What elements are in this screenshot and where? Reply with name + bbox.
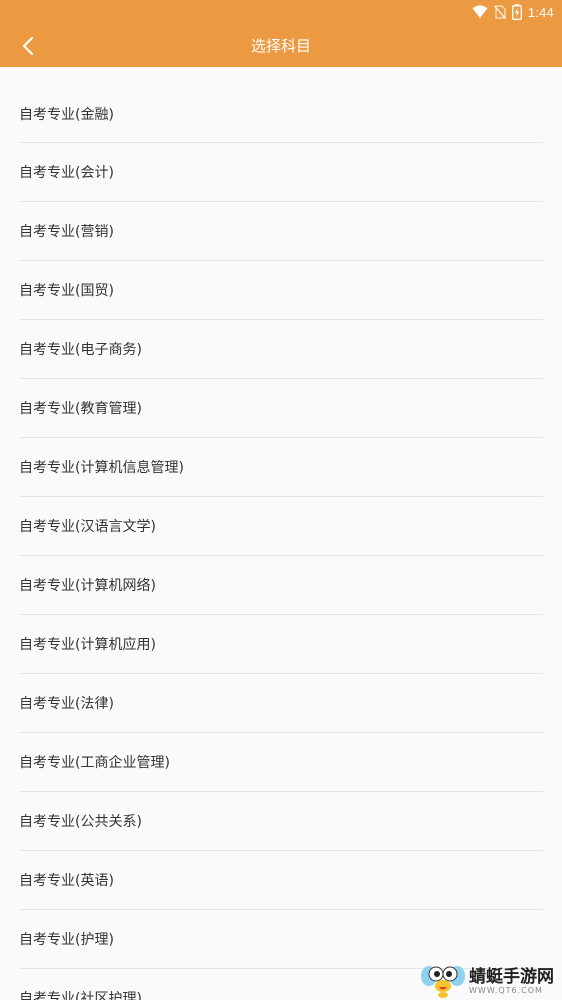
list-item[interactable]: 自考专业(汉语言文学) [19, 497, 543, 556]
list-item-label: 自考专业(营销) [19, 224, 114, 240]
list-item[interactable]: 自考专业(护理) [19, 910, 543, 969]
list-item[interactable]: 自考专业(会计) [19, 143, 543, 202]
list-item-label: 自考专业(计算机应用) [19, 637, 156, 653]
watermark-url: WWW.QT6.COM [469, 985, 543, 995]
list-item-label: 自考专业(汉语言文学) [19, 519, 156, 535]
list-item[interactable]: 自考专业(国贸) [19, 261, 543, 320]
list-item-label: 自考专业(教育管理) [19, 401, 142, 417]
status-icons: 1:44 [472, 3, 554, 21]
page-title: 选择科目 [250, 37, 311, 55]
list-item-label: 自考专业(会计) [19, 165, 114, 181]
list-item[interactable]: 自考专业(英语) [19, 851, 543, 910]
title-bar: 选择科目 [0, 25, 562, 67]
list-item-label: 自考专业(工商企业管理) [19, 755, 170, 771]
list-item[interactable]: 自考专业(计算机网络) [19, 556, 543, 615]
list-item-label: 自考专业(英语) [19, 873, 114, 889]
list-item-label: 自考专业(计算机信息管理) [19, 460, 184, 476]
list-item[interactable]: 自考专业(金融) [19, 67, 543, 143]
watermark-title: 蜻蜓手游网 [469, 966, 554, 986]
list-item-label: 自考专业(法律) [19, 696, 114, 712]
watermark-text: 蜻蜓手游网 WWW.QT6.COM [469, 968, 554, 995]
list-item-label: 自考专业(金融) [19, 106, 114, 123]
list-item[interactable]: 自考专业(法律) [19, 674, 543, 733]
dragonfly-logo-icon [421, 966, 465, 998]
list-item[interactable]: 自考专业(电子商务) [19, 320, 543, 379]
list-item-label: 自考专业(计算机网络) [19, 578, 156, 594]
list-item-label: 自考专业(公共关系) [19, 814, 142, 830]
wifi-icon [472, 5, 488, 18]
battery-charging-icon [511, 4, 522, 20]
list-item[interactable]: 自考专业(教育管理) [19, 379, 543, 438]
list-item[interactable]: 自考专业(计算机应用) [19, 615, 543, 674]
list-item-label: 自考专业(电子商务) [19, 342, 142, 358]
subject-list: 自考专业(金融) 自考专业(会计) 自考专业(营销) 自考专业(国贸) 自考专业… [0, 67, 562, 1000]
list-item-label: 自考专业(国贸) [19, 283, 114, 299]
list-item-label: 自考专业(护理) [19, 932, 114, 948]
no-sim-icon [493, 5, 506, 19]
list-item-label: 自考专业(社区护理) [19, 991, 142, 1000]
list-item[interactable]: 自考专业(工商企业管理) [19, 733, 543, 792]
status-time: 1:44 [527, 4, 554, 20]
list-item[interactable]: 自考专业(计算机信息管理) [19, 438, 543, 497]
status-bar: 1:44 [0, 0, 562, 25]
watermark: 蜻蜓手游网 WWW.QT6.COM [421, 964, 554, 998]
list-item[interactable]: 自考专业(公共关系) [19, 792, 543, 851]
list-item[interactable]: 自考专业(营销) [19, 202, 543, 261]
